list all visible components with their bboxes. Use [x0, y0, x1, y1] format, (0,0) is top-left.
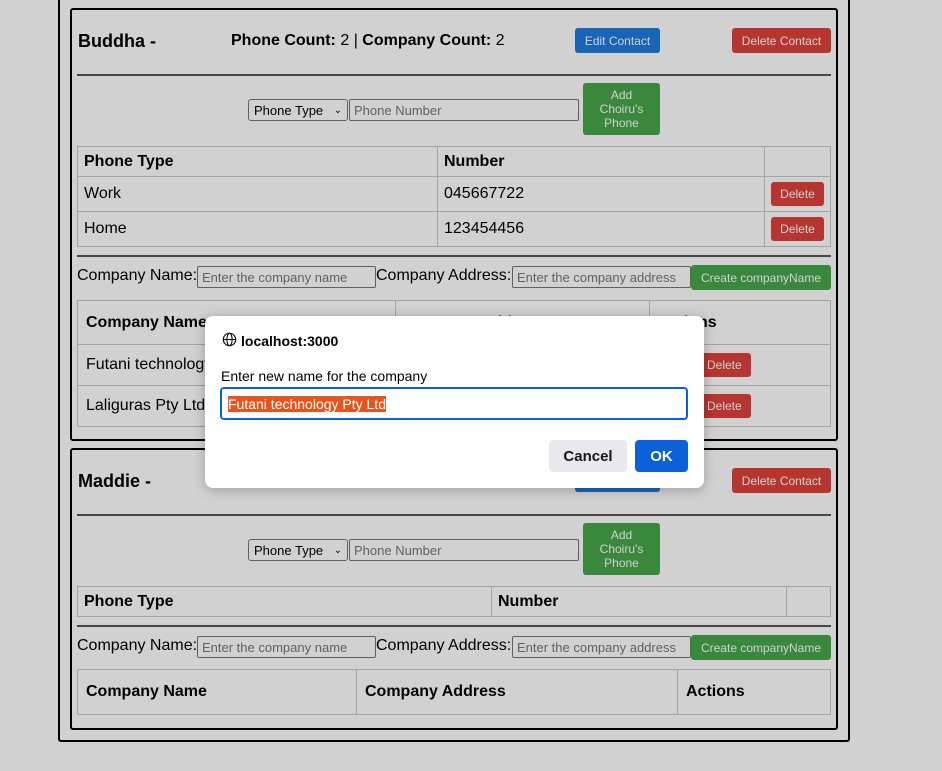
prompt-dialog: localhost:3000 Enter new name for the co… [205, 316, 704, 488]
ok-button[interactable]: OK [635, 440, 688, 472]
cancel-button[interactable]: Cancel [549, 440, 627, 472]
globe-icon [222, 332, 237, 350]
dialog-origin-text: localhost:3000 [241, 333, 339, 349]
selected-text: Futani technology Pty Ltd [228, 395, 386, 412]
company-name-prompt-input[interactable]: Futani technology Pty Ltd [220, 387, 688, 420]
dialog-message: Enter new name for the company [221, 368, 428, 384]
dialog-origin: localhost:3000 [222, 332, 338, 350]
